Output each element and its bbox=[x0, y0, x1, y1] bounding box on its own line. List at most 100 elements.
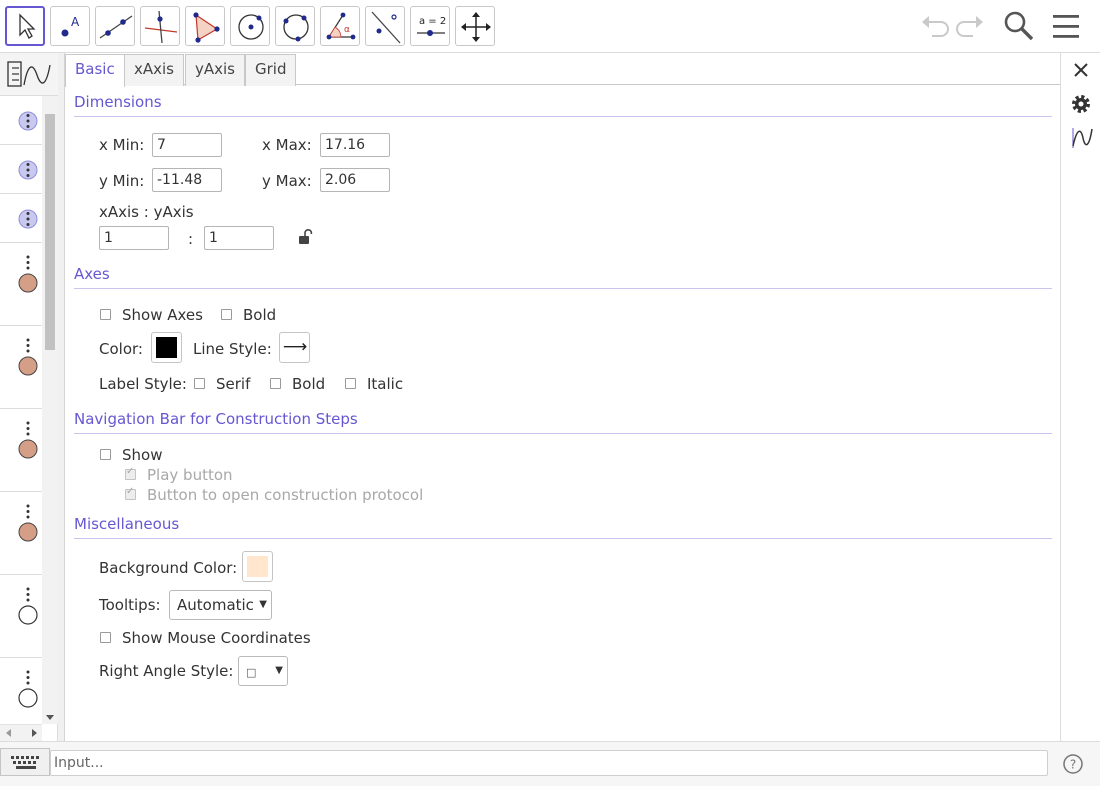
y-min-label: y Min: bbox=[99, 172, 145, 190]
protocol-button-checkbox bbox=[125, 486, 136, 500]
keyboard-icon bbox=[11, 756, 39, 769]
move-view-icon bbox=[461, 12, 491, 42]
close-icon[interactable] bbox=[1072, 61, 1090, 79]
visibility-circle-icon[interactable] bbox=[16, 253, 40, 295]
algebra-row[interactable] bbox=[0, 326, 42, 409]
label-bold-label[interactable]: Bold bbox=[292, 375, 325, 393]
algebra-row[interactable] bbox=[0, 409, 42, 492]
unlocked-padlock-icon[interactable] bbox=[297, 228, 313, 246]
line-style-label: Line Style: bbox=[193, 340, 272, 358]
algebra-header bbox=[0, 53, 58, 96]
serif-label[interactable]: Serif bbox=[216, 375, 250, 393]
search-icon[interactable] bbox=[1002, 9, 1036, 43]
svg-text:?: ? bbox=[1070, 758, 1076, 772]
ratio-y-input[interactable] bbox=[204, 226, 274, 250]
scroll-right-icon[interactable] bbox=[29, 728, 39, 738]
point-icon: A bbox=[61, 15, 80, 37]
italic-checkbox[interactable] bbox=[345, 378, 356, 389]
ratio-x-input[interactable] bbox=[99, 226, 169, 250]
show-mouse-coordinates-checkbox[interactable] bbox=[100, 632, 111, 643]
label-bold-checkbox[interactable] bbox=[270, 378, 281, 389]
x-max-input[interactable] bbox=[320, 133, 390, 157]
algebra-row[interactable] bbox=[0, 492, 42, 575]
x-min-input[interactable] bbox=[152, 133, 222, 157]
scroll-down-icon[interactable] bbox=[45, 712, 55, 722]
keyboard-button[interactable] bbox=[0, 748, 50, 776]
tooltips-label: Tooltips: bbox=[99, 596, 161, 614]
background-color-label: Background Color: bbox=[99, 559, 238, 577]
menu-icon[interactable] bbox=[1050, 9, 1084, 43]
section-title-axes: Axes bbox=[74, 265, 110, 283]
redo-icon[interactable] bbox=[955, 9, 987, 43]
tab-grid[interactable]: Grid bbox=[245, 54, 297, 86]
line-tool-button[interactable] bbox=[95, 6, 135, 46]
ratio-separator: : bbox=[188, 230, 194, 248]
axes-color-button[interactable] bbox=[151, 332, 182, 363]
scroll-left-icon[interactable] bbox=[4, 728, 14, 738]
navigation-show-label[interactable]: Show bbox=[122, 446, 162, 464]
algebra-horizontal-scrollbar[interactable] bbox=[0, 724, 42, 741]
angle-tool-button[interactable]: α bbox=[320, 6, 360, 46]
scrollbar-thumb[interactable] bbox=[45, 114, 55, 350]
x-max-label: x Max: bbox=[262, 136, 312, 154]
circle-center-point-tool-button[interactable] bbox=[230, 6, 270, 46]
move-tool-button[interactable] bbox=[5, 6, 45, 46]
dots-menu-icon[interactable] bbox=[16, 207, 40, 231]
arrow-line-style-icon: ⟶ bbox=[282, 337, 308, 357]
section-title-navigation: Navigation Bar for Construction Steps bbox=[74, 410, 358, 428]
algebra-row[interactable] bbox=[0, 243, 42, 326]
y-max-input[interactable] bbox=[320, 168, 390, 192]
background-color-button[interactable] bbox=[242, 551, 273, 582]
algebra-row[interactable] bbox=[0, 145, 42, 194]
svg-text:A: A bbox=[71, 15, 80, 29]
tab-yaxis[interactable]: yAxis bbox=[185, 54, 245, 86]
perpendicular-tool-button[interactable] bbox=[140, 6, 180, 46]
tooltips-dropdown[interactable]: Automatic ▼ bbox=[169, 590, 272, 620]
algebra-input-field[interactable] bbox=[50, 750, 1048, 776]
reflect-line-icon bbox=[371, 11, 401, 44]
tab-basic[interactable]: Basic bbox=[65, 54, 125, 87]
axes-bold-checkbox[interactable] bbox=[221, 309, 232, 320]
gear-icon[interactable] bbox=[1070, 93, 1092, 115]
square-angle-icon: □ bbox=[246, 666, 257, 679]
algebra-vertical-scrollbar[interactable] bbox=[42, 96, 58, 724]
point-tool-button[interactable]: A bbox=[50, 6, 90, 46]
move-graphics-tool-button[interactable] bbox=[455, 6, 495, 46]
visibility-circle-icon[interactable] bbox=[16, 585, 40, 627]
visibility-circle-icon[interactable] bbox=[16, 668, 40, 710]
y-min-input[interactable] bbox=[152, 168, 222, 192]
help-icon[interactable]: ? bbox=[1062, 753, 1084, 775]
axes-bold-label[interactable]: Bold bbox=[243, 306, 276, 324]
show-axes-checkbox[interactable] bbox=[100, 309, 111, 320]
right-angle-style-dropdown[interactable]: □ ▼ bbox=[238, 656, 288, 686]
x-min-label: x Min: bbox=[99, 136, 145, 154]
section-title-miscellaneous: Miscellaneous bbox=[74, 515, 180, 533]
algebra-row[interactable] bbox=[0, 194, 42, 243]
polygon-tool-button[interactable] bbox=[185, 6, 225, 46]
show-axes-label[interactable]: Show Axes bbox=[122, 306, 203, 324]
serif-checkbox[interactable] bbox=[194, 378, 205, 389]
algebra-graphics-toggle-icon[interactable] bbox=[6, 59, 52, 89]
italic-label[interactable]: Italic bbox=[367, 375, 403, 393]
visibility-circle-icon[interactable] bbox=[16, 419, 40, 461]
dots-menu-icon[interactable] bbox=[16, 158, 40, 182]
visibility-circle-icon[interactable] bbox=[16, 502, 40, 544]
line-style-button[interactable]: ⟶ bbox=[279, 332, 310, 363]
dots-menu-icon[interactable] bbox=[16, 109, 40, 133]
show-mouse-coordinates-label[interactable]: Show Mouse Coordinates bbox=[122, 629, 311, 647]
algebra-row[interactable] bbox=[0, 575, 42, 658]
right-sidebar bbox=[1060, 53, 1100, 741]
tab-xaxis[interactable]: xAxis bbox=[124, 54, 184, 86]
navigation-show-checkbox[interactable] bbox=[100, 449, 111, 460]
undo-icon[interactable] bbox=[918, 9, 950, 43]
svg-text:α: α bbox=[344, 25, 350, 35]
panel-divider[interactable] bbox=[58, 53, 65, 741]
algebra-row[interactable] bbox=[0, 96, 42, 145]
y-max-label: y Max: bbox=[262, 172, 312, 190]
chevron-down-icon: ▼ bbox=[275, 665, 283, 676]
circle-three-points-tool-button[interactable] bbox=[275, 6, 315, 46]
reflect-tool-button[interactable] bbox=[365, 6, 405, 46]
graphics-view-icon[interactable] bbox=[1070, 126, 1094, 150]
visibility-circle-icon[interactable] bbox=[16, 336, 40, 378]
slider-tool-button[interactable]: a = 2 bbox=[410, 6, 450, 46]
